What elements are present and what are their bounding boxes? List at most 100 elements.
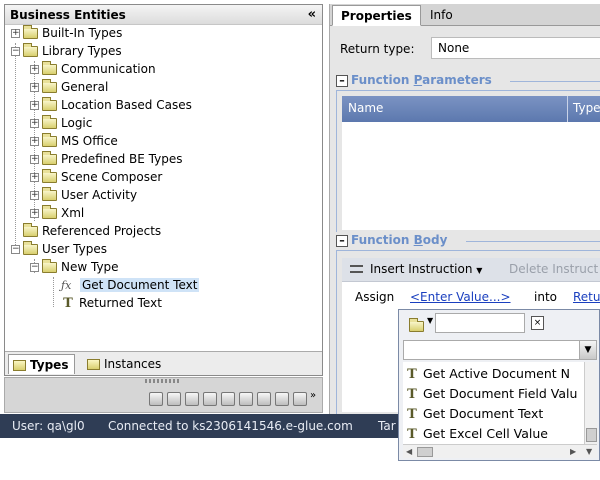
expand-icon[interactable]: +	[30, 191, 39, 200]
popup-search-input[interactable]	[435, 313, 525, 333]
expand-icon[interactable]: +	[30, 119, 39, 128]
function-body-toolbar: Insert Instruction ▼ Delete Instruct	[342, 258, 600, 282]
tree-item-predefined-be-types[interactable]: + Predefined BE Types	[30, 150, 183, 168]
scroll-right-icon[interactable]: ▶	[570, 447, 576, 456]
toolbar-tool-5-icon[interactable]	[221, 392, 235, 406]
status-extra: Tar	[378, 419, 396, 433]
folder-icon	[42, 97, 57, 111]
scroll-down-icon[interactable]: ▼	[586, 447, 592, 456]
splitter-grip[interactable]	[145, 379, 181, 383]
popup-category-select[interactable]: ▼	[403, 340, 597, 360]
expand-icon[interactable]: +	[11, 29, 20, 38]
popup-function-list[interactable]: T Get Active Document N T Get Document Fie…	[403, 362, 597, 444]
toolbar-tool-2-icon[interactable]	[167, 392, 181, 406]
insert-instruction-button[interactable]: Insert Instruction ▼	[370, 262, 482, 276]
parameters-table-body[interactable]	[342, 122, 600, 230]
text-type-icon: T	[407, 367, 417, 382]
tree-item-communication[interactable]: + Communication	[30, 60, 156, 78]
toolbar-tool-7-icon[interactable]	[257, 392, 271, 406]
assign-keyword: Assign	[355, 290, 395, 304]
tab-instances[interactable]: Instances	[83, 354, 167, 374]
toolbar-overflow-icon[interactable]: »	[310, 390, 316, 401]
tree-item-ms-office[interactable]: + MS Office	[30, 132, 118, 150]
toolbar-tool-8-icon[interactable]	[275, 392, 289, 406]
expand-icon[interactable]: +	[30, 83, 39, 92]
folder-icon	[42, 133, 57, 147]
collapse-icon[interactable]: −	[30, 263, 39, 272]
scrollbar-thumb[interactable]	[586, 428, 597, 442]
toolbar-tool-1-icon[interactable]	[149, 392, 163, 406]
tree-item-library-types[interactable]: − Library Types	[11, 42, 122, 60]
list-item[interactable]: T Get Active Document N	[405, 364, 570, 384]
list-item[interactable]: T Get Excel Cell Value	[405, 424, 548, 444]
tab-info[interactable]: Info	[422, 5, 461, 26]
folder-icon	[42, 115, 57, 129]
expand-icon[interactable]: +	[30, 173, 39, 182]
insert-instruction-icon	[350, 265, 363, 273]
section-divider	[510, 81, 600, 82]
open-folder-icon[interactable]	[409, 318, 424, 332]
tab-types[interactable]: Types	[8, 354, 76, 374]
folder-icon	[42, 61, 57, 75]
list-item[interactable]: T Get Document Text	[405, 404, 543, 424]
tree-item-new-type[interactable]: − New Type	[30, 258, 119, 276]
vertical-scrollbar[interactable]	[584, 362, 597, 444]
expand-icon[interactable]: +	[30, 137, 39, 146]
tree-item-get-document-text[interactable]: ƒx Get Document Text	[49, 276, 200, 294]
expand-icon[interactable]: +	[30, 155, 39, 164]
tab-properties[interactable]: Properties	[332, 5, 421, 26]
folder-open-icon	[42, 259, 57, 273]
return-target-link[interactable]: Retu	[573, 290, 600, 304]
tree-item-general[interactable]: + General	[30, 78, 108, 96]
panel-title: Business Entities	[5, 5, 322, 25]
scrollbar-thumb[interactable]	[417, 447, 433, 457]
horizontal-scrollbar[interactable]: ◀ ▶ ▼	[403, 444, 597, 458]
status-connection: Connected to ks2306141546.e-glue.com	[108, 419, 353, 433]
function-icon: ƒx	[61, 279, 72, 292]
tree-item-scene-composer[interactable]: + Scene Composer	[30, 168, 162, 186]
expand-icon[interactable]: +	[30, 209, 39, 218]
tree-item-logic[interactable]: + Logic	[30, 114, 92, 132]
enter-value-link[interactable]: <Enter Value...>	[410, 290, 511, 304]
dropdown-arrow-icon: ▼	[476, 266, 483, 275]
folder-icon	[42, 79, 57, 93]
tree-item-xml[interactable]: + Xml	[30, 204, 84, 222]
list-item[interactable]: T Get Document Field Valu	[405, 384, 577, 404]
clear-icon[interactable]: ×	[531, 316, 544, 330]
text-type-icon: T	[407, 407, 417, 422]
left-panel-tabs: Types Instances	[5, 351, 322, 375]
tree-item-built-in-types[interactable]: + Built-In Types	[11, 24, 122, 42]
folder-dropdown-icon[interactable]: ▼	[427, 316, 433, 325]
into-keyword: into	[534, 290, 557, 304]
tree-item-location-based-cases[interactable]: + Location Based Cases	[30, 96, 192, 114]
folder-icon	[42, 205, 57, 219]
collapse-icon[interactable]: −	[11, 47, 20, 56]
return-type-label: Return type:	[340, 42, 415, 56]
text-type-icon: T	[63, 296, 73, 311]
collapse-icon[interactable]: −	[11, 245, 20, 254]
column-type[interactable]: Type	[573, 101, 600, 115]
collapse-section-icon[interactable]: –	[336, 234, 348, 247]
scroll-left-icon[interactable]: ◀	[406, 447, 412, 456]
instances-icon	[87, 359, 100, 370]
column-name[interactable]: Name	[348, 101, 383, 115]
toolbar-tool-6-icon[interactable]	[239, 392, 253, 406]
expand-icon[interactable]: +	[30, 65, 39, 74]
expand-icon[interactable]: +	[30, 101, 39, 110]
text-type-icon: T	[407, 387, 417, 402]
business-entities-panel: Business Entities « + Built-In Types − Lib…	[4, 4, 323, 376]
tree-item-user-activity[interactable]: + User Activity	[30, 186, 137, 204]
function-parameters-header: – Function Parameters	[336, 72, 498, 88]
toolbar-tool-3-icon[interactable]	[185, 392, 199, 406]
toolbar-tool-4-icon[interactable]	[203, 392, 217, 406]
return-type-select[interactable]: None	[431, 37, 600, 59]
collapse-section-icon[interactable]: –	[336, 74, 348, 87]
toolbar-tool-9-icon[interactable]	[293, 392, 307, 406]
tree-item-returned-text[interactable]: T Returned Text	[49, 294, 162, 312]
folder-icon	[23, 223, 38, 237]
column-divider[interactable]	[567, 96, 568, 122]
tree-item-referenced-projects[interactable]: Referenced Projects	[11, 222, 161, 240]
collapse-panel-button[interactable]: «	[308, 5, 316, 25]
tree-item-user-types[interactable]: − User Types	[11, 240, 107, 258]
chevron-down-icon[interactable]: ▼	[579, 341, 596, 359]
